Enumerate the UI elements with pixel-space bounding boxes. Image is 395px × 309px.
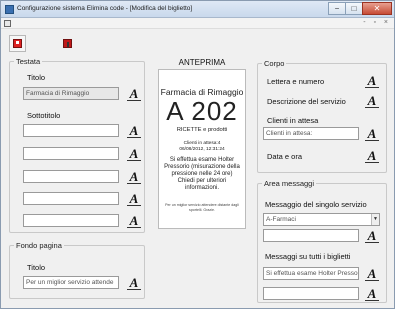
clienti-attesa-font-button[interactable]: A — [365, 127, 379, 141]
fondo-titolo-font-button[interactable]: A — [127, 276, 141, 290]
document-icon[interactable] — [4, 20, 11, 27]
ticket-preview: Farmacia di Rimaggio A 202 RICETTE e pro… — [158, 69, 246, 229]
close-button[interactable]: ✕ — [362, 2, 392, 15]
lettera-numero-label: Lettera e numero — [267, 77, 325, 86]
data-ora-label: Data e ora — [267, 152, 303, 161]
maximize-button[interactable]: □ — [345, 2, 363, 15]
exit-icon — [63, 39, 72, 48]
testata-legend: Testata — [16, 57, 41, 66]
descrizione-servizio-label: Descrizione del servizio — [267, 97, 346, 106]
save-icon — [13, 39, 22, 48]
servizio-select[interactable]: A-Farmaci ▼ — [263, 213, 380, 226]
fondo-pagina-legend: Fondo pagina — [16, 241, 62, 250]
preview-message: Si effettua esame Holter Pressorio (misu… — [164, 157, 240, 191]
clienti-attesa-field[interactable]: Clienti in attesa: — [263, 127, 359, 140]
servizio-select-value: A-Farmaci — [266, 216, 296, 223]
testata-titolo-font-button[interactable]: A — [127, 87, 141, 101]
sottotitolo-font-button-5[interactable]: A — [127, 214, 141, 228]
app-icon — [5, 5, 14, 14]
sottotitolo-field-5[interactable] — [23, 214, 119, 227]
fondo-titolo-label: Titolo — [27, 263, 46, 272]
preview-heading: ANTEPRIMA — [178, 58, 226, 67]
sottotitolo-field-2[interactable] — [23, 147, 119, 160]
messaggi-tutti-font-button[interactable]: A — [365, 267, 379, 281]
mdi-window-controls[interactable]: - ▫ × — [363, 19, 391, 26]
sottotitolo-font-button-4[interactable]: A — [127, 192, 141, 206]
mdi-menubar: - ▫ × — [1, 18, 394, 29]
title-bar: Configurazione sistema Elimina code - [M… — [1, 1, 394, 18]
messaggi-tutti-field[interactable]: Si effettua esame Holter Presso — [263, 267, 359, 280]
testata-titolo-field[interactable]: Farmacia di Rimaggio — [23, 87, 119, 100]
save-button[interactable] — [9, 35, 26, 52]
preview-footer: Per un miglior servizio attendere distan… — [165, 203, 239, 212]
toolbar — [1, 29, 394, 56]
chevron-down-icon[interactable]: ▼ — [371, 214, 379, 225]
messaggi-tutti-extra-field[interactable] — [263, 287, 359, 300]
sottotitolo-label: Sottotitolo — [27, 111, 61, 120]
area-messaggi-legend: Area messaggi — [264, 179, 315, 188]
preview-waiting: Clienti in attesa:4 06/08/2012, 12:31:24 — [159, 141, 245, 153]
testata-titolo-label: Titolo — [27, 73, 46, 82]
messaggi-tutti-extra-font-button[interactable]: A — [365, 287, 379, 301]
messaggio-singolo-label: Messaggio del singolo servizio — [265, 200, 367, 209]
preview-datetime: 06/08/2012, 12:31:24 — [179, 147, 225, 152]
window-title: Configurazione sistema Elimina code - [M… — [17, 5, 193, 12]
sottotitolo-font-button-1[interactable]: A — [127, 124, 141, 138]
sottotitolo-field-4[interactable] — [23, 192, 119, 205]
sottotitolo-field-3[interactable] — [23, 170, 119, 183]
minimize-button[interactable]: − — [328, 2, 346, 15]
sottotitolo-font-button-3[interactable]: A — [127, 170, 141, 184]
preview-ticket-number: A 202 — [166, 96, 238, 126]
lettera-numero-font-button[interactable]: A — [365, 74, 379, 88]
fondo-titolo-field[interactable]: Per un miglior servizio attende — [23, 276, 119, 289]
preview-service: RICETTE e prodotti — [176, 127, 228, 133]
data-ora-font-button[interactable]: A — [365, 149, 379, 163]
descrizione-servizio-font-button[interactable]: A — [365, 94, 379, 108]
sottotitolo-font-button-2[interactable]: A — [127, 147, 141, 161]
messaggi-tutti-label: Messaggi su tutti i biglietti — [265, 252, 351, 261]
sottotitolo-field-1[interactable] — [23, 124, 119, 137]
clienti-attesa-label: Clienti in attesa — [267, 116, 319, 125]
messaggio-singolo-field[interactable] — [263, 229, 359, 242]
app-window: Configurazione sistema Elimina code - [M… — [0, 0, 395, 309]
corpo-legend: Corpo — [264, 59, 285, 68]
exit-button[interactable] — [59, 35, 76, 52]
testata-group: Testata — [9, 57, 145, 233]
messaggio-singolo-font-button[interactable]: A — [365, 229, 379, 243]
